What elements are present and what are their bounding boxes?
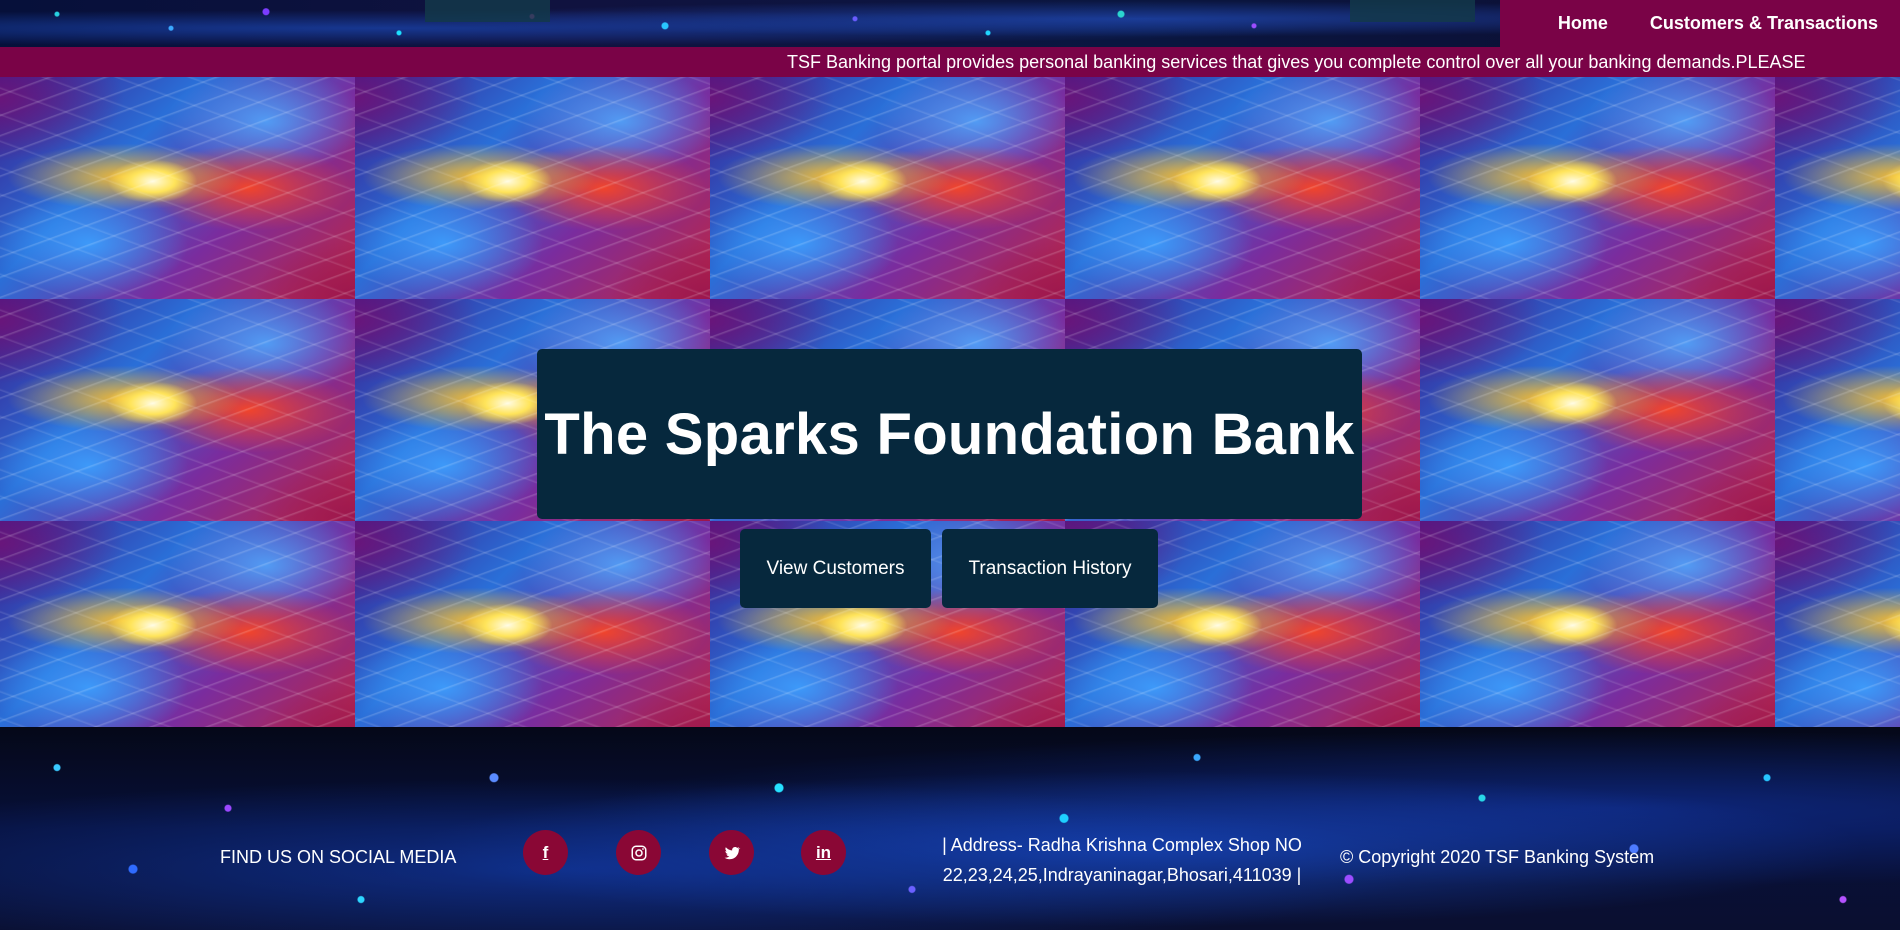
linkedin-icon[interactable]: in [801,830,846,875]
top-bar: Home Customers & Transactions [0,0,1900,47]
background-tile [1775,299,1900,521]
title-card: The Sparks Foundation Bank [537,349,1362,519]
background-tile [1420,77,1775,299]
background-tile [0,77,355,299]
transaction-history-button[interactable]: Transaction History [942,529,1158,608]
footer: FIND US ON SOCIAL MEDIA f in | Address- … [0,727,1900,930]
background-tile [1420,521,1775,727]
nav-home-link[interactable]: Home [1558,13,1608,34]
background-tile [0,299,355,521]
twitter-icon[interactable] [709,830,754,875]
main-nav: Home Customers & Transactions [1500,0,1900,47]
background-tile [0,521,355,727]
marquee-text: TSF Banking portal provides personal ban… [787,52,1806,72]
facebook-glyph: f [542,842,549,862]
social-media-label: FIND US ON SOCIAL MEDIA [220,847,457,867]
background-tile [710,77,1065,299]
facebook-icon[interactable]: f [523,830,568,875]
copyright-text: © Copyright 2020 TSF Banking System [1340,847,1655,867]
view-customers-button[interactable]: View Customers [740,529,931,608]
twitter-glyph [724,846,740,859]
background-tile [1775,77,1900,299]
nav-customers-transactions-link[interactable]: Customers & Transactions [1650,13,1878,34]
background-tile [1420,299,1775,521]
header-decoration [425,0,550,22]
hero-section: The Sparks Foundation Bank View Customer… [0,77,1900,727]
address-line-1: | Address- Radha Krishna Complex Shop NO [942,835,1302,855]
linkedin-glyph: in [815,842,832,862]
instagram-icon[interactable] [616,830,661,875]
background-tile [355,521,710,727]
announcement-marquee: TSF Banking portal provides personal ban… [0,47,1900,77]
header-decoration [1350,0,1475,22]
background-tile [355,77,710,299]
page-title: The Sparks Foundation Bank [544,401,1355,467]
background-tile [1065,77,1420,299]
background-tile [1775,521,1900,727]
address-line-2: 22,23,24,25,Indrayaninagar,Bhosari,41103… [942,865,1302,885]
instagram-glyph [631,845,646,860]
address-block: | Address- Radha Krishna Complex Shop NO… [922,830,1322,890]
